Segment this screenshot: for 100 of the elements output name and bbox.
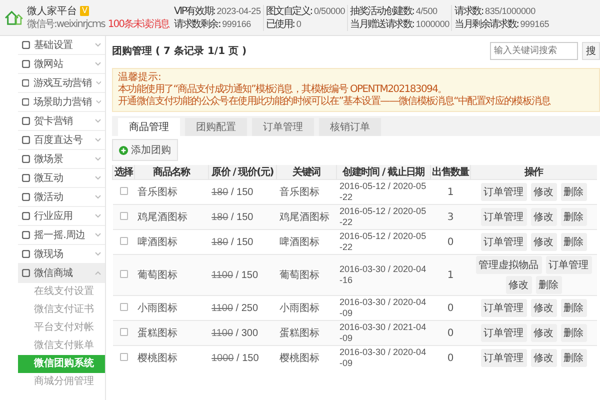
table-cell: 蛋糕图标 <box>134 320 208 346</box>
search-field[interactable]: 输入关键词搜索 <box>490 42 578 60</box>
brand-name: 微人家平台 <box>27 4 77 18</box>
column-header: 出售数量 <box>430 165 470 180</box>
sidebar-item[interactable]: 贺卡营销 <box>18 112 105 131</box>
sidebar-item[interactable]: 微信商城 <box>18 264 105 283</box>
stat-text: 请求数剩余: 999166 <box>174 18 252 30</box>
table-cell: 蛋糕图标 <box>276 320 336 346</box>
stat-text: 已使用: 0 <box>266 18 302 30</box>
action-button[interactable]: 删除 <box>560 349 586 367</box>
row-checkbox[interactable] <box>120 236 128 244</box>
row-checkbox[interactable] <box>120 328 128 336</box>
table-cell: 葡萄图标 <box>276 254 336 296</box>
tab[interactable]: 团购配置 <box>185 118 247 136</box>
chevron-icon <box>95 195 101 199</box>
stat-text: 当月赠送请求数: 1000000 <box>350 18 450 30</box>
house-logo-icon <box>4 8 24 26</box>
account-id: 微信号:weixinrjcms <box>27 18 105 30</box>
action-button[interactable]: 订单管理 <box>546 256 592 274</box>
action-button[interactable]: 订单管理 <box>480 208 526 226</box>
table-cell: 鸡尾酒图标 <box>134 204 208 230</box>
row-checkbox[interactable] <box>120 186 128 194</box>
action-button[interactable]: 删除 <box>560 324 586 342</box>
action-button[interactable]: 订单管理 <box>480 324 526 342</box>
page-title: 团购管理 ( 7 条记录 1/1 页 ) <box>112 44 247 58</box>
action-button[interactable]: 订单管理 <box>480 183 526 201</box>
column-header: 关键词 <box>276 165 336 180</box>
action-button[interactable]: 删除 <box>560 233 586 251</box>
sidebar-item[interactable]: 微网站 <box>18 55 105 74</box>
tab[interactable]: 订单管理 <box>252 118 314 136</box>
sidebar-item[interactable]: 微互动 <box>18 169 105 188</box>
sidebar-item[interactable]: 百度直达号 <box>18 131 105 150</box>
column-header: 创建时间 / 截止日期 <box>336 165 430 180</box>
action-button[interactable]: 订单管理 <box>480 299 526 317</box>
notice-text: 本功能使用了“商品支付成功通知”模板消息，其模板编号 OPENTM202183094。 <box>118 84 448 96</box>
sidebar-item[interactable]: 微活动 <box>18 188 105 207</box>
notice-text: 开通微信支付功能的公众号在使用此功能的时候可以在”基本设置——微信模板消息“中配置对应的模板消息 <box>118 96 552 108</box>
table-cell: 樱桃图标 <box>134 346 208 370</box>
notice-title: 温馨提示: <box>118 72 162 84</box>
chevron-icon <box>95 176 101 180</box>
price-cell: 1100 / 150 <box>208 254 276 296</box>
unread-messages-link[interactable]: 100条未读消息 <box>108 18 169 30</box>
chevron-icon <box>95 43 101 47</box>
stat-text: 当月剩余请求数: 999165 <box>454 18 550 30</box>
chevron-icon <box>95 271 101 275</box>
chevron-icon <box>96 100 101 104</box>
sidebar-item[interactable]: 游戏互动营销 <box>18 74 105 93</box>
table-cell: 2016-03-30 / 2020-04-16 <box>336 254 430 296</box>
table-cell: 0 <box>430 346 470 370</box>
table-cell: 2016-03-30 / 2020-04-09 <box>336 346 430 370</box>
tab[interactable]: 商品管理 <box>118 118 180 136</box>
action-button[interactable]: 订单管理 <box>480 233 526 251</box>
action-button[interactable]: 修改 <box>530 208 556 226</box>
stat-text: 请求数: 835/1000000 <box>454 4 536 18</box>
action-button[interactable]: 删除 <box>560 299 586 317</box>
vip-badge: V <box>80 6 90 16</box>
action-button[interactable]: 修改 <box>530 233 556 251</box>
chevron-icon <box>95 62 101 66</box>
table-cell: 2016-05-12 / 2020-05-22 <box>336 204 430 230</box>
table-cell: 樱桃图标 <box>276 346 336 370</box>
add-group-buy-button[interactable]: 添加团购 <box>112 139 178 161</box>
table-cell: 3 <box>430 204 470 230</box>
stat-text: 抽奖活动创建数: 4/500 <box>350 4 438 18</box>
row-checkbox[interactable] <box>120 270 128 278</box>
chevron-icon <box>95 119 101 123</box>
action-button[interactable]: 修改 <box>506 276 532 294</box>
action-button[interactable]: 删除 <box>560 183 586 201</box>
action-button[interactable]: 修改 <box>530 324 556 342</box>
sidebar-item[interactable]: 基础设置 <box>18 36 105 55</box>
chevron-icon <box>95 233 101 237</box>
stat-text: 图文自定义: 0/50000 <box>266 4 346 18</box>
sidebar-item[interactable]: 摇一摇.周边 <box>18 226 105 245</box>
tab[interactable]: 核销订单 <box>319 118 381 136</box>
action-button[interactable]: 删除 <box>536 276 562 294</box>
action-button[interactable]: 修改 <box>530 349 556 367</box>
table-cell: 1 <box>430 254 470 296</box>
row-checkbox[interactable] <box>120 302 128 310</box>
action-button[interactable]: 订单管理 <box>480 349 526 367</box>
chevron-icon <box>96 81 101 85</box>
plus-circle-icon <box>119 146 128 154</box>
chevron-icon <box>95 138 101 142</box>
chevron-icon <box>95 157 101 161</box>
row-checkbox[interactable] <box>120 212 128 220</box>
table-cell: 葡萄图标 <box>134 254 208 296</box>
price-cell: 180 / 150 <box>208 204 276 230</box>
search-button[interactable]: 搜 <box>582 42 600 60</box>
column-header: 操作 <box>470 165 596 180</box>
sidebar-item[interactable]: 行业应用 <box>18 207 105 226</box>
table-cell: 鸡尾酒图标 <box>276 204 336 230</box>
action-button[interactable]: 修改 <box>530 299 556 317</box>
action-button[interactable]: 修改 <box>530 183 556 201</box>
chevron-icon <box>95 214 101 218</box>
sidebar-item[interactable]: 微场景 <box>18 150 105 169</box>
price-cell: 1100 / 300 <box>208 320 276 346</box>
row-checkbox[interactable] <box>120 352 128 360</box>
action-button[interactable]: 管理虚拟物品 <box>476 256 542 274</box>
column-header: 原价 / 现价(元) <box>208 165 276 180</box>
table-cell: 0 <box>430 320 470 346</box>
sidebar-item[interactable]: 场景助力营销 <box>18 93 105 112</box>
action-button[interactable]: 删除 <box>560 208 586 226</box>
